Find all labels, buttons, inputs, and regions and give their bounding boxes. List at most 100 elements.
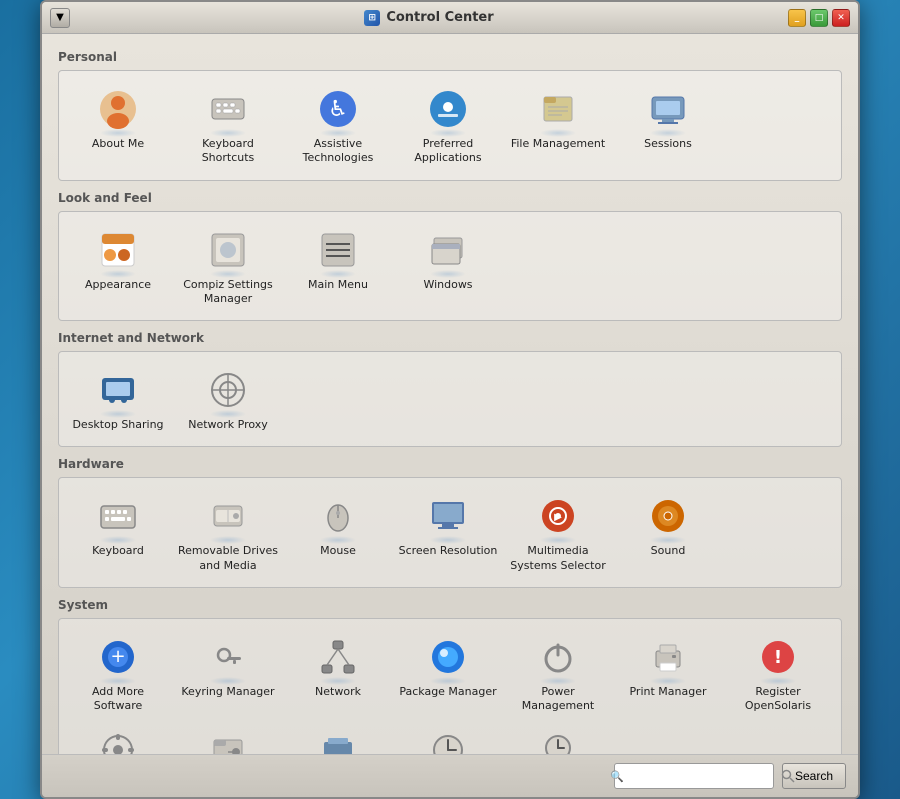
item-windows[interactable]: Windows <box>393 220 503 313</box>
item-file-management[interactable]: File Management <box>503 79 613 172</box>
label-register-opensolaris: Register OpenSolaris <box>727 685 829 714</box>
item-keyboard[interactable]: Keyboard <box>63 486 173 579</box>
item-print-manager[interactable]: Print Manager <box>613 627 723 720</box>
icon-network-proxy <box>204 366 252 414</box>
item-desktop-sharing[interactable]: Desktop Sharing <box>63 360 173 438</box>
label-add-software: Add More Software <box>67 685 169 714</box>
icon-compiz-settings <box>204 226 252 274</box>
section-items-look-feel: Appearance Compiz Settings Manager Main Me… <box>58 211 842 322</box>
icon-screen-resolution <box>424 492 472 540</box>
section-title-hardware: Hardware <box>58 453 842 471</box>
section-title-look-feel: Look and Feel <box>58 187 842 205</box>
item-shared-folders[interactable]: Shared Folders <box>173 720 283 754</box>
icon-preferred-applications <box>424 85 472 133</box>
main-content: Personal About MeKeyboard Shortcuts♿Assis… <box>42 34 858 754</box>
item-mouse[interactable]: Mouse <box>283 486 393 579</box>
label-screen-resolution: Screen Resolution <box>399 544 498 558</box>
label-sessions: Sessions <box>644 137 692 151</box>
bottom-bar: Search <box>42 754 858 797</box>
item-network[interactable]: Network <box>283 627 393 720</box>
item-register-opensolaris[interactable]: ! Register OpenSolaris <box>723 627 833 720</box>
label-assistive-technologies: Assistive Technologies <box>287 137 389 166</box>
item-sessions[interactable]: Sessions <box>613 79 723 172</box>
label-network: Network <box>315 685 361 699</box>
item-screen-resolution[interactable]: Screen Resolution <box>393 486 503 579</box>
item-solaris-lp[interactable]: Solaris LP Print Manager <box>283 720 393 754</box>
item-assistive-technologies[interactable]: ♿Assistive Technologies <box>283 79 393 172</box>
icon-keyring-manager <box>204 633 252 681</box>
item-power-management[interactable]: Power Management <box>503 627 613 720</box>
item-compiz-settings[interactable]: Compiz Settings Manager <box>173 220 283 313</box>
section-title-internet-network: Internet and Network <box>58 327 842 345</box>
item-preferred-applications[interactable]: Preferred Applications <box>393 79 503 172</box>
item-time-slider[interactable]: Time Slider Setup <box>503 720 613 754</box>
label-removable-drives: Removable Drives and Media <box>177 544 279 573</box>
item-keyring-manager[interactable]: Keyring Manager <box>173 627 283 720</box>
item-time-data[interactable]: Time and Data <box>393 720 503 754</box>
section-look-feel: Look and Feel Appearance Compiz Settings M… <box>58 187 842 322</box>
label-file-management: File Management <box>511 137 605 151</box>
label-keyboard: Keyboard <box>92 544 144 558</box>
section-items-hardware: Keyboard Removable Drives and Media Mouse S… <box>58 477 842 588</box>
label-keyboard-shortcuts: Keyboard Shortcuts <box>177 137 279 166</box>
label-windows: Windows <box>423 278 472 292</box>
icon-services <box>94 726 142 754</box>
section-title-system: System <box>58 594 842 612</box>
label-package-manager: Package Manager <box>399 685 496 699</box>
item-removable-drives[interactable]: Removable Drives and Media <box>173 486 283 579</box>
window-controls: _ □ ✕ <box>788 9 850 27</box>
titlebar: ▼ ⊞ Control Center _ □ ✕ <box>42 2 858 34</box>
icon-about-me <box>94 85 142 133</box>
label-appearance: Appearance <box>85 278 151 292</box>
label-keyring-manager: Keyring Manager <box>181 685 274 699</box>
item-about-me[interactable]: About Me <box>63 79 173 172</box>
titlebar-left: ▼ <box>50 8 70 28</box>
window-menu-button[interactable]: ▼ <box>50 8 70 28</box>
svg-text:▶: ▶ <box>554 512 562 523</box>
icon-power-management <box>534 633 582 681</box>
app-icon: ⊞ <box>364 10 380 26</box>
section-personal: Personal About MeKeyboard Shortcuts♿Assis… <box>58 46 842 181</box>
section-title-personal: Personal <box>58 46 842 64</box>
icon-appearance <box>94 226 142 274</box>
svg-text:!: ! <box>774 647 782 668</box>
minimize-button[interactable]: _ <box>788 9 806 27</box>
icon-solaris-lp <box>314 726 362 754</box>
icon-keyboard <box>94 492 142 540</box>
icon-shared-folders <box>204 726 252 754</box>
icon-removable-drives <box>204 492 252 540</box>
svg-text:+: + <box>110 646 125 667</box>
close-button[interactable]: ✕ <box>832 9 850 27</box>
item-main-menu[interactable]: Main Menu <box>283 220 393 313</box>
icon-sound <box>644 492 692 540</box>
item-multimedia-systems[interactable]: ▶ Multimedia Systems Selector <box>503 486 613 579</box>
item-appearance[interactable]: Appearance <box>63 220 173 313</box>
label-multimedia-systems: Multimedia Systems Selector <box>507 544 609 573</box>
item-sound[interactable]: Sound <box>613 486 723 579</box>
icon-network <box>314 633 362 681</box>
search-input[interactable] <box>614 763 774 789</box>
label-power-management: Power Management <box>507 685 609 714</box>
item-network-proxy[interactable]: Network Proxy <box>173 360 283 438</box>
icon-windows <box>424 226 472 274</box>
icon-desktop-sharing <box>94 366 142 414</box>
label-preferred-applications: Preferred Applications <box>397 137 499 166</box>
icon-keyboard-shortcuts <box>204 85 252 133</box>
icon-add-software: + <box>94 633 142 681</box>
item-add-software[interactable]: + Add More Software <box>63 627 173 720</box>
main-window: ▼ ⊞ Control Center _ □ ✕ Personal About M… <box>40 0 860 799</box>
label-network-proxy: Network Proxy <box>188 418 268 432</box>
icon-file-management <box>534 85 582 133</box>
section-items-system: + Add More Software Keyring Manager Network… <box>58 618 842 754</box>
icon-time-data <box>424 726 472 754</box>
item-package-manager[interactable]: Package Manager <box>393 627 503 720</box>
icon-package-manager <box>424 633 472 681</box>
label-sound: Sound <box>651 544 686 558</box>
item-keyboard-shortcuts[interactable]: Keyboard Shortcuts <box>173 79 283 172</box>
icon-print-manager <box>644 633 692 681</box>
label-main-menu: Main Menu <box>308 278 368 292</box>
label-mouse: Mouse <box>320 544 356 558</box>
item-services[interactable]: Services <box>63 720 173 754</box>
label-print-manager: Print Manager <box>629 685 706 699</box>
maximize-button[interactable]: □ <box>810 9 828 27</box>
